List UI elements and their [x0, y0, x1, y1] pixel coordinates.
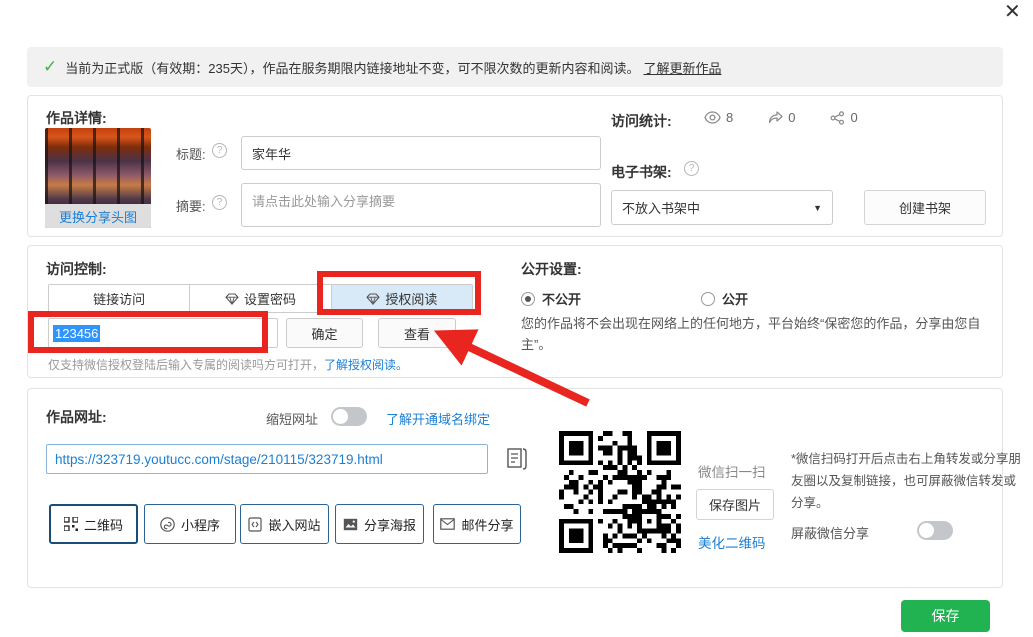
access-control-card: 访问控制: 链接访问 设置密码 授权阅读 123456 确定 查看 仅支持微信授…: [27, 245, 1003, 378]
summary-label: 摘要:: [176, 196, 206, 215]
stats-title: 访问统计:: [611, 111, 672, 131]
title-input[interactable]: [241, 136, 601, 170]
qr-code: [559, 431, 681, 553]
tab-link-access-label: 链接访问: [93, 289, 145, 308]
qrcode-share-label: 二维码: [84, 515, 123, 534]
copy-icon[interactable]: [506, 447, 528, 471]
views-count: 8: [726, 110, 733, 125]
email-share-label: 邮件分享: [461, 515, 513, 534]
embed-code-icon: [248, 517, 262, 532]
save-label: 保存: [932, 606, 960, 626]
title-help-icon[interactable]: ?: [212, 143, 227, 158]
work-url-value: https://323719.youtucc.com/stage/210115/…: [55, 452, 383, 467]
save-button[interactable]: 保存: [901, 600, 990, 632]
confirm-label: 确定: [311, 324, 337, 343]
publish-settings-title: 公开设置:: [521, 259, 582, 279]
tab-link-access[interactable]: 链接访问: [49, 285, 190, 312]
tab-set-password[interactable]: 设置密码: [190, 285, 331, 312]
views-stat: 8: [704, 110, 733, 125]
access-control-title: 访问控制:: [46, 259, 107, 279]
access-tabbar: 链接访问 设置密码 授权阅读: [48, 284, 473, 313]
share-poster-button[interactable]: 分享海报: [335, 504, 424, 544]
shorten-url-label: 缩短网址: [266, 409, 318, 428]
shares-count: 0: [850, 110, 857, 125]
bookshelf-select-value: 不放入书架中: [622, 198, 700, 217]
forwards-stat: 0: [768, 110, 795, 125]
eye-icon: [704, 111, 721, 124]
radio-private-label: 不公开: [542, 292, 581, 307]
beautify-qr-link[interactable]: 美化二维码: [698, 532, 766, 552]
forwards-count: 0: [788, 110, 795, 125]
banner-text: 当前为正式版（有效期：235天），作品在服务期限内链接地址不变，可不限次数的更新…: [65, 58, 639, 77]
change-cover-label: 更换分享头图: [59, 207, 137, 226]
bookshelf-title: 电子书架:: [611, 162, 672, 182]
share-poster-label: 分享海报: [364, 515, 416, 534]
block-wechat-label: 屏蔽微信分享: [791, 523, 869, 542]
miniprogram-share-button[interactable]: 小程序: [144, 504, 236, 544]
shares-stat: 0: [830, 110, 857, 125]
version-banner: ✓ 当前为正式版（有效期：235天），作品在服务期限内链接地址不变，可不限次数的…: [27, 47, 1003, 87]
view-label: 查看: [404, 324, 430, 343]
mail-icon: [440, 518, 455, 530]
work-url-card: 作品网址: 缩短网址 了解开通域名绑定 https://323719.youtu…: [27, 388, 1003, 588]
radio-private-icon[interactable]: [521, 292, 535, 306]
miniprogram-share-label: 小程序: [181, 515, 220, 534]
summary-input[interactable]: 请点击此处输入分享摘要: [241, 183, 601, 227]
stats-row: 8 0 0: [704, 110, 858, 125]
work-url-input[interactable]: https://323719.youtucc.com/stage/210115/…: [46, 444, 488, 474]
bookshelf-help-icon[interactable]: ?: [684, 161, 699, 176]
summary-help-icon[interactable]: ?: [212, 195, 227, 210]
shorten-url-toggle[interactable]: [331, 407, 367, 426]
embed-site-label: 嵌入网站: [268, 515, 320, 534]
forward-arrow-icon: [768, 111, 783, 124]
save-image-button[interactable]: 保存图片: [696, 489, 774, 520]
radio-public[interactable]: 公开: [701, 289, 748, 309]
learn-authorized-reading-link[interactable]: 了解授权阅读。: [324, 358, 408, 372]
tab-authorized-reading[interactable]: 授权阅读: [332, 285, 472, 312]
tab-set-password-label: 设置密码: [244, 289, 296, 308]
work-details-title: 作品详情:: [46, 108, 107, 128]
domain-binding-link[interactable]: 了解开通域名绑定: [386, 409, 490, 428]
hint-text: 仅支持微信授权登陆后输入专属的阅读吗方可打开，: [48, 358, 324, 372]
poster-image-icon: [343, 518, 358, 531]
change-cover-button[interactable]: 更换分享头图: [45, 204, 151, 228]
block-wechat-toggle[interactable]: [917, 521, 953, 540]
share-nodes-icon: [830, 111, 845, 125]
update-work-link[interactable]: 了解更新作品: [643, 58, 721, 77]
miniprogram-icon: [160, 517, 175, 532]
check-icon: ✓: [43, 57, 57, 77]
radio-public-icon[interactable]: [701, 292, 715, 306]
embed-site-button[interactable]: 嵌入网站: [240, 504, 329, 544]
authorized-reading-hint: 仅支持微信授权登陆后输入专属的阅读吗方可打开，了解授权阅读。: [48, 356, 408, 373]
radio-public-label: 公开: [722, 292, 748, 307]
diamond-icon: [225, 293, 239, 305]
qrcode-share-button[interactable]: 二维码: [49, 504, 138, 544]
save-image-label: 保存图片: [709, 495, 761, 514]
wechat-tip-text: *微信扫码打开后点击右上角转发或分享朋友圈以及复制链接，也可屏蔽微信转发或分享。: [791, 449, 1026, 515]
chevron-down-icon: ▼: [813, 203, 822, 213]
radio-private[interactable]: 不公开: [521, 289, 581, 309]
reading-code-value: 123456: [53, 325, 100, 342]
work-details-card: 作品详情: 更换分享头图 标题: ? 摘要: ? 请点击此处输入分享摘要 访问统…: [27, 95, 1003, 237]
confirm-button[interactable]: 确定: [286, 318, 363, 348]
create-bookshelf-button[interactable]: 创建书架: [864, 190, 986, 225]
cover-thumbnail: 更换分享头图: [45, 128, 151, 228]
bookshelf-select[interactable]: 不放入书架中 ▼: [611, 190, 833, 225]
diamond-icon: [366, 293, 380, 305]
email-share-button[interactable]: 邮件分享: [433, 504, 521, 544]
close-icon[interactable]: ✕: [1004, 2, 1021, 22]
share-settings-dialog: ✕ ✓ 当前为正式版（有效期：235天），作品在服务期限内链接地址不变，可不限次…: [0, 0, 1033, 637]
title-label: 标题:: [176, 144, 206, 163]
qrcode-button-icon: [64, 517, 78, 531]
tab-authorized-reading-label: 授权阅读: [385, 289, 437, 308]
create-bookshelf-label: 创建书架: [899, 198, 951, 217]
work-url-title: 作品网址:: [46, 407, 107, 427]
reading-code-input[interactable]: 123456: [48, 318, 278, 348]
wechat-scan-label: 微信扫一扫: [698, 461, 766, 481]
view-button[interactable]: 查看: [378, 318, 456, 348]
publish-description: 您的作品将不会出现在网络上的任何地方，平台始终“保密您的作品，分享由您自主”。: [521, 313, 999, 356]
